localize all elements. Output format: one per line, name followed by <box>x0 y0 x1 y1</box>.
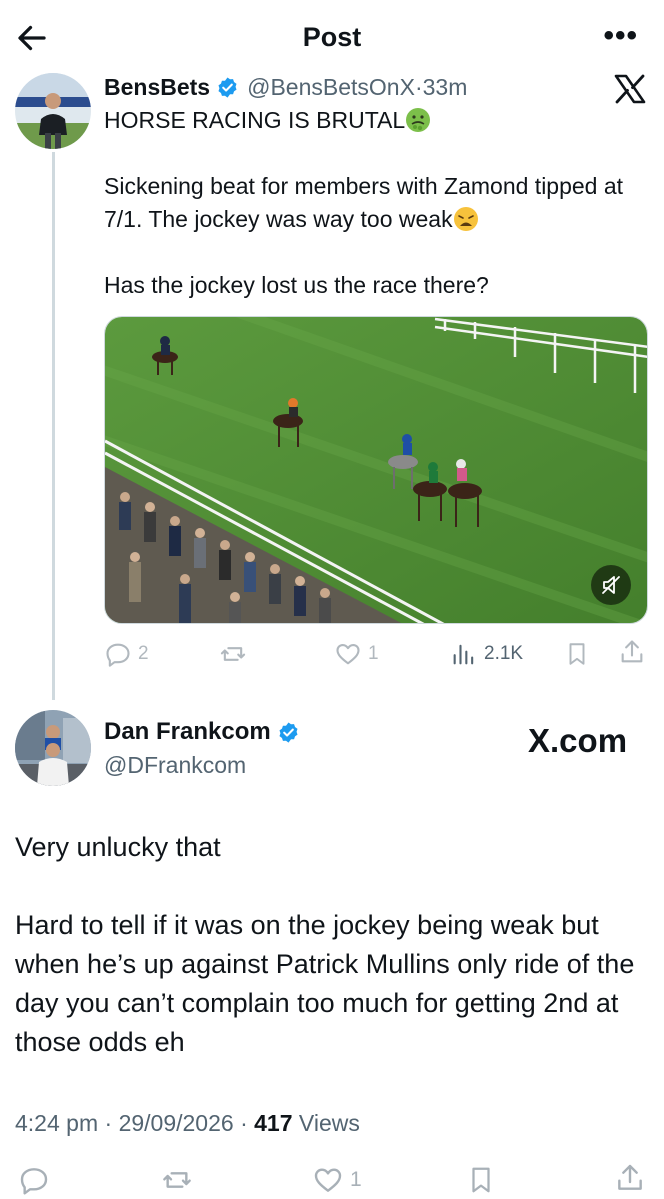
author-name[interactable]: BensBets <box>104 74 210 101</box>
author-handle[interactable]: @DFrankcom <box>104 752 246 779</box>
video-thumbnail[interactable] <box>104 316 648 624</box>
post-paragraph: Hard to tell if it was on the jockey bei… <box>15 910 635 1057</box>
views-button[interactable]: 2.1K <box>450 640 523 668</box>
quoted-post-actions: 2 1 2.1K <box>104 636 648 672</box>
reply-icon <box>106 643 130 667</box>
repost-button[interactable] <box>160 1164 194 1196</box>
reply-button[interactable] <box>18 1164 50 1196</box>
post-meta: 4:24 pm · 29/09/2026 · 417 Views <box>15 1110 360 1137</box>
post-header: Dan Frankcom <box>104 718 308 746</box>
verified-badge-icon <box>279 721 298 743</box>
post-text-line: Sickening beat for members with Zamond t… <box>104 173 624 232</box>
post-paragraph: Very unlucky that <box>15 832 221 862</box>
repost-button[interactable] <box>218 640 248 668</box>
views-label: Views <box>298 1110 360 1136</box>
like-button[interactable]: 1 <box>334 640 379 668</box>
post-time[interactable]: 4:24 pm <box>15 1110 98 1136</box>
more-options-button[interactable]: ••• <box>603 21 638 51</box>
post-time: 33m <box>422 74 468 100</box>
bookmark-icon <box>569 643 585 665</box>
bar-chart-icon <box>453 644 474 665</box>
x-logo-icon <box>614 74 646 104</box>
repost-icon <box>220 647 246 661</box>
avatar[interactable] <box>15 73 91 149</box>
author-name[interactable]: Dan Frankcom <box>104 718 271 746</box>
views-count: 2.1K <box>484 643 524 664</box>
more-horizontal-icon: ••• <box>603 19 638 52</box>
speaker-muted-icon <box>602 576 620 594</box>
bookmark-icon <box>472 1167 490 1193</box>
reply-button[interactable]: 2 <box>104 640 149 668</box>
reply-count: 2 <box>138 643 149 664</box>
separator-dot: · <box>240 1110 248 1136</box>
quoted-post-header: BensBets @BensBetsOnX · 33m <box>104 74 467 101</box>
post-text-line: HORSE RACING IS BRUTAL <box>104 107 406 133</box>
bookmark-button[interactable] <box>466 1164 496 1196</box>
reply-icon <box>20 1168 48 1195</box>
bookmark-button[interactable] <box>564 640 590 668</box>
post-actions: 1 <box>0 1160 664 1199</box>
top-bar: Post ••• <box>0 0 664 72</box>
post-text-line: Has the jockey lost us the race there? <box>104 272 489 298</box>
post-text: Very unlucky that Hard to tell if it was… <box>15 828 655 1101</box>
share-button[interactable] <box>618 638 646 666</box>
separator-dot: · <box>104 1110 113 1136</box>
nauseated-face-emoji <box>406 108 431 132</box>
x-com-watermark: X.com <box>528 722 628 759</box>
share-icon <box>621 640 643 663</box>
share-button[interactable] <box>614 1162 646 1194</box>
views-count: 417 <box>254 1110 293 1136</box>
post-date[interactable]: 29/09/2026 <box>119 1110 234 1136</box>
avatar[interactable] <box>15 710 91 786</box>
page-title: Post <box>302 22 362 52</box>
like-button[interactable]: 1 <box>312 1164 362 1196</box>
like-count: 1 <box>368 643 379 664</box>
verified-badge-icon <box>218 77 237 98</box>
thread-connector <box>52 152 55 700</box>
weary-face-emoji <box>453 207 478 231</box>
author-handle[interactable]: @BensBetsOnX <box>247 74 415 101</box>
share-icon <box>618 1164 642 1190</box>
heart-icon <box>336 643 360 665</box>
quoted-post-text: HORSE RACING IS BRUTAL Sickening beat fo… <box>104 104 649 335</box>
like-count: 1 <box>350 1168 362 1191</box>
unmute-button[interactable] <box>591 565 631 605</box>
heart-icon <box>314 1168 342 1192</box>
separator-dot: · <box>414 74 423 100</box>
repost-icon <box>163 1172 191 1188</box>
